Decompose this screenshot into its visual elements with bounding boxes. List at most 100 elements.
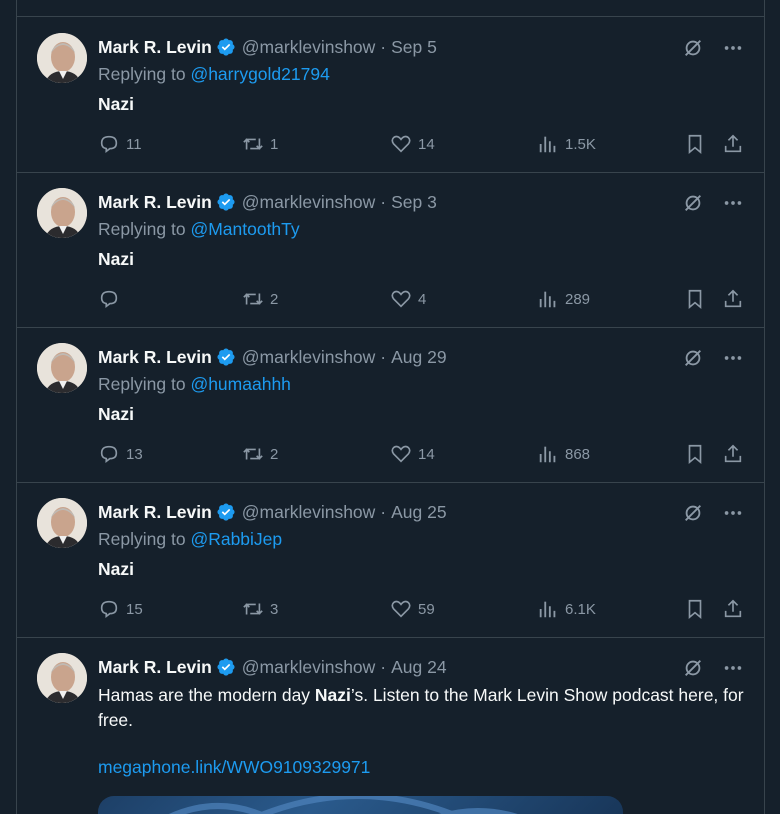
media-card-pattern-icon [169,796,518,814]
replying-to-label: Replying to [98,374,186,394]
retweet-button[interactable]: 2 [242,443,278,465]
author-name[interactable]: Mark R. Levin [98,192,212,213]
tweet-header: Mark R. Levin @marklevinshow · Aug 24 [98,656,447,678]
separator-dot: · [380,346,387,367]
grok-icon[interactable] [682,502,704,524]
share-button[interactable] [722,443,744,465]
bookmark-button[interactable] [684,288,706,310]
reply-icon [100,445,118,463]
media-card[interactable] [98,796,623,814]
like-button[interactable]: 14 [390,133,435,155]
tweet-text: Nazi [98,249,134,269]
avatar[interactable] [37,498,87,548]
share-button[interactable] [722,133,744,155]
reply-button[interactable]: 15 [98,598,143,620]
tweet-date[interactable]: Aug 29 [391,347,446,368]
share-icon [724,444,742,463]
grok-icon[interactable] [682,192,704,214]
author-name[interactable]: Mark R. Levin [98,37,212,58]
avatar[interactable] [37,653,87,703]
tweet-date[interactable]: Aug 25 [391,502,446,523]
author-handle[interactable]: @marklevinshow [242,657,376,678]
bookmark-button[interactable] [684,598,706,620]
like-button[interactable]: 59 [390,598,435,620]
author-handle[interactable]: @marklevinshow [242,502,376,523]
author-name[interactable]: Mark R. Levin [98,502,212,523]
tweet-text: Hamas are the modern day Nazi’s. Listen … [98,683,748,733]
replying-to-link[interactable]: @harrygold21794 [190,64,329,84]
share-icon [724,599,742,618]
tweet-actions: 13 2 14 868 [17,443,764,467]
tweet-header: Mark R. Levin @marklevinshow · Sep 5 [98,36,437,58]
retweet-icon [243,603,263,615]
reply-icon [100,135,118,153]
views-button[interactable]: 6.1K [537,598,596,620]
tweet[interactable]: Mark R. Levin @marklevinshow · Sep 3 Rep… [17,172,764,328]
avatar[interactable] [37,33,87,83]
like-button[interactable]: 14 [390,443,435,465]
tweet-top-icons [682,37,744,59]
replying-to-link[interactable]: @RabbiJep [190,529,282,549]
tweet[interactable]: Mark R. Levin @marklevinshow · Aug 29 Re… [17,327,764,483]
author-name[interactable]: Mark R. Levin [98,347,212,368]
author-handle[interactable]: @marklevinshow [242,37,376,58]
more-icon[interactable] [722,37,744,59]
tweet-date[interactable]: Aug 24 [391,657,446,678]
retweet-button[interactable]: 3 [242,598,278,620]
grok-icon[interactable] [682,347,704,369]
tweet-header: Mark R. Levin @marklevinshow · Aug 29 [98,346,447,368]
reply-button[interactable] [98,288,126,310]
bookmark-button[interactable] [684,443,706,465]
tweet-actions: 11 1 14 1.5K [17,133,764,157]
share-icon [724,289,742,308]
tweet-date[interactable]: Sep 3 [391,192,437,213]
like-button[interactable]: 4 [390,288,426,310]
more-icon[interactable] [722,502,744,524]
views-icon [539,446,556,463]
replying-to-link[interactable]: @humaahhh [190,374,290,394]
verified-badge-icon [217,503,235,521]
more-icon[interactable] [722,192,744,214]
more-icon[interactable] [722,657,744,679]
reply-button[interactable]: 11 [98,133,142,155]
avatar[interactable] [37,343,87,393]
replying-to-label: Replying to [98,529,186,549]
tweet-date[interactable]: Sep 5 [391,37,437,58]
replying-to-line: Replying to @humaahhh [98,374,291,395]
share-button[interactable] [722,598,744,620]
author-handle[interactable]: @marklevinshow [242,347,376,368]
reply-count: 15 [126,600,143,618]
grok-icon[interactable] [682,37,704,59]
tweet[interactable]: Mark R. Levin @marklevinshow · Sep 5 Rep… [17,17,764,173]
share-button[interactable] [722,288,744,310]
bookmark-icon [688,289,702,310]
grok-icon[interactable] [682,657,704,679]
replying-to-label: Replying to [98,64,186,84]
replying-to-line: Replying to @MantoothTy [98,219,300,240]
views-icon [539,291,556,308]
like-icon [391,600,411,618]
views-button[interactable]: 1.5K [537,133,596,155]
tweet[interactable]: Mark R. Levin @marklevinshow · Aug 25 Re… [17,482,764,638]
tweet-text: Nazi [98,559,134,579]
retweet-icon [243,138,263,150]
like-count: 14 [418,445,435,463]
more-icon[interactable] [722,347,744,369]
timeline: Mark R. Levin @marklevinshow · Sep 5 Rep… [16,0,765,814]
like-icon [391,135,411,153]
views-button[interactable]: 868 [537,443,590,465]
replying-to-link[interactable]: @MantoothTy [190,219,299,239]
verified-badge-icon [217,348,235,366]
retweet-button[interactable]: 2 [242,288,278,310]
reply-button[interactable]: 13 [98,443,143,465]
avatar[interactable] [37,188,87,238]
tweet-top-icons [682,347,744,369]
author-handle[interactable]: @marklevinshow [242,192,376,213]
views-icon [539,136,556,153]
views-button[interactable]: 289 [537,288,590,310]
retweet-button[interactable]: 1 [242,133,278,155]
views-count: 6.1K [565,600,596,618]
tweet-link[interactable]: megaphone.link/WWO9109329971 [98,757,370,778]
bookmark-button[interactable] [684,133,706,155]
author-name[interactable]: Mark R. Levin [98,657,212,678]
